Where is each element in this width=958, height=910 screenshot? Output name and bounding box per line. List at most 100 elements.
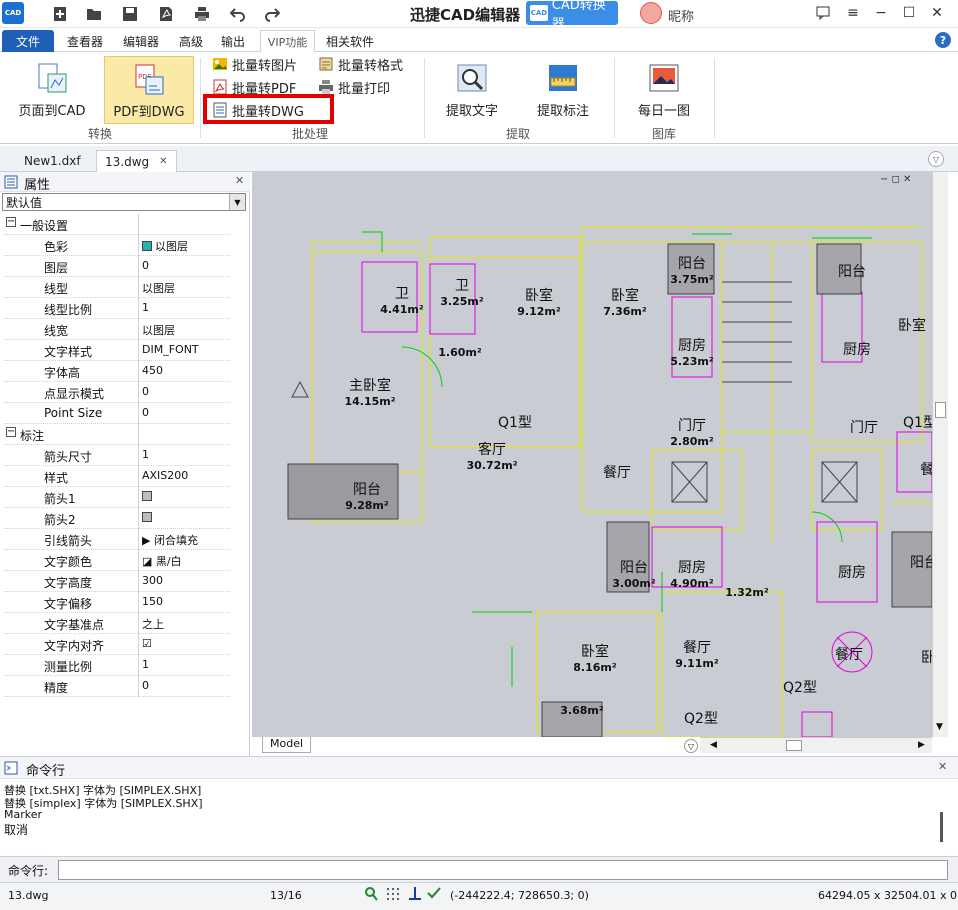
model-tab[interactable]: Model <box>262 737 312 753</box>
doc-tab-13[interactable]: 13.dwg ✕ <box>96 150 177 172</box>
batch-to-image-button[interactable]: 批量转图片 <box>212 54 297 74</box>
scroll-thumb[interactable] <box>935 402 946 418</box>
property-row[interactable]: 文字高度 300 <box>4 571 230 592</box>
property-row[interactable]: 文字基准点 之上 <box>4 613 230 634</box>
property-row[interactable]: 色彩 以图层 <box>4 235 230 256</box>
property-row[interactable]: Point Size 0 <box>4 403 230 424</box>
property-filter-select[interactable]: 默认值 ▼ <box>2 193 246 211</box>
property-section[interactable]: − 一般设置 <box>4 214 230 235</box>
property-row[interactable]: 点显示模式 0 <box>4 382 230 403</box>
chevron-down-icon[interactable]: ▽ <box>928 151 944 167</box>
open-folder-icon[interactable] <box>84 4 104 24</box>
help-icon[interactable]: ? <box>935 32 951 48</box>
vertical-scrollbar[interactable]: ▼ <box>932 172 948 737</box>
close-icon[interactable]: ✕ <box>924 2 950 24</box>
property-value[interactable]: 以图层 <box>142 322 175 338</box>
command-input[interactable] <box>58 860 948 880</box>
menu-icon[interactable]: ≡ <box>840 2 866 24</box>
collapse-icon[interactable]: − <box>6 427 16 437</box>
pdf-to-dwg-button[interactable]: PDF PDF到DWG <box>104 56 194 124</box>
property-value[interactable]: DIM_FONT <box>142 343 199 356</box>
close-tab-icon[interactable]: ✕ <box>159 156 167 167</box>
property-section[interactable]: − 标注 <box>4 424 230 445</box>
doc-tab-new1[interactable]: New1.dxf <box>16 150 89 172</box>
tab-related-software[interactable]: 相关软件 <box>320 30 380 52</box>
property-value[interactable]: 0 <box>142 406 149 419</box>
tab-output[interactable]: 输出 <box>216 30 250 52</box>
property-row[interactable]: 箭头2 <box>4 508 230 529</box>
property-value[interactable]: 以图层 <box>142 280 175 296</box>
pdf-icon[interactable] <box>156 4 176 24</box>
property-value[interactable]: ☑ <box>142 637 152 650</box>
property-row[interactable]: 线型比例 1 <box>4 298 230 319</box>
property-row[interactable]: 样式 AXIS200 <box>4 466 230 487</box>
view-controls[interactable]: − ◻ ✕ <box>880 174 932 188</box>
grid-icon[interactable] <box>386 887 400 904</box>
property-value[interactable]: 300 <box>142 574 163 587</box>
chevron-right-icon[interactable]: ▶ <box>918 740 925 750</box>
scroll-thumb[interactable] <box>940 812 943 842</box>
property-row[interactable]: 文字颜色 ◪ 黑/白 <box>4 550 230 571</box>
property-value[interactable]: 450 <box>142 364 163 377</box>
property-row[interactable]: 文字偏移 150 <box>4 592 230 613</box>
maximize-icon[interactable]: ☐ <box>896 2 922 24</box>
property-value[interactable]: 0 <box>142 679 149 692</box>
undo-icon[interactable] <box>228 4 248 24</box>
chevron-down-icon[interactable]: ▼ <box>936 722 943 732</box>
property-row[interactable]: 文字样式 DIM_FONT <box>4 340 230 361</box>
property-value[interactable]: 1 <box>142 658 149 671</box>
feedback-icon[interactable] <box>810 2 836 24</box>
daily-picture-button[interactable]: 每日一图 <box>632 56 696 124</box>
property-value[interactable]: ◪ 黑/白 <box>142 553 182 569</box>
layout-list-icon[interactable]: ▽ <box>684 739 698 753</box>
property-value[interactable] <box>142 490 155 503</box>
tab-viewer[interactable]: 查看器 <box>62 30 108 52</box>
property-value[interactable]: 1 <box>142 448 149 461</box>
zoom-icon[interactable] <box>364 886 378 905</box>
property-value[interactable]: ▶ 闭合填充 <box>142 532 198 548</box>
extract-text-button[interactable]: 提取文字 <box>440 56 504 124</box>
close-panel-icon[interactable]: ✕ <box>938 760 947 773</box>
property-row[interactable]: 字体高 450 <box>4 361 230 382</box>
horizontal-scrollbar[interactable]: ◀ ▶ <box>700 737 932 753</box>
close-panel-icon[interactable]: ✕ <box>235 174 244 187</box>
avatar[interactable] <box>640 2 662 24</box>
nickname-label[interactable]: 昵称 <box>668 6 694 25</box>
property-row[interactable]: 测量比例 1 <box>4 655 230 676</box>
tab-editor[interactable]: 编辑器 <box>118 30 164 52</box>
chevron-left-icon[interactable]: ◀ <box>710 740 717 750</box>
property-row[interactable]: 引线箭头 ▶ 闭合填充 <box>4 529 230 550</box>
property-row[interactable]: 箭头1 <box>4 487 230 508</box>
property-value[interactable]: 以图层 <box>142 238 188 254</box>
ortho-icon[interactable] <box>408 886 422 903</box>
batch-convert-format-button[interactable]: 批量转格式 <box>318 54 403 74</box>
print-icon[interactable] <box>192 4 212 24</box>
tab-advanced[interactable]: 高级 <box>174 30 208 52</box>
collapse-icon[interactable]: − <box>6 217 16 227</box>
scroll-thumb[interactable] <box>786 740 802 751</box>
page-to-cad-button[interactable]: 页面到CAD <box>12 56 92 124</box>
property-row[interactable]: 线宽 以图层 <box>4 319 230 340</box>
property-row[interactable]: 文字内对齐 ☑ <box>4 634 230 655</box>
minimize-icon[interactable]: − <box>868 2 894 24</box>
snap-icon[interactable] <box>426 886 442 903</box>
new-file-icon[interactable] <box>50 4 70 24</box>
property-value[interactable] <box>142 511 155 524</box>
tab-file[interactable]: 文件 <box>2 30 54 52</box>
chevron-down-icon[interactable]: ▼ <box>229 194 245 210</box>
tab-vip[interactable]: VIP功能 <box>260 30 315 52</box>
drawing-canvas[interactable]: 卫 4.41m² 卫 3.25m² 卧室 9.12m² 卧室 7.36m² 阳台 3.75m² 阳台… <box>252 172 932 737</box>
property-row[interactable]: 线型 以图层 <box>4 277 230 298</box>
property-value[interactable]: 1 <box>142 301 149 314</box>
save-icon[interactable] <box>120 4 140 24</box>
cad-converter-button[interactable]: CAD CAD转换器 <box>526 0 618 32</box>
property-value[interactable]: 之上 <box>142 616 164 632</box>
property-value[interactable]: 0 <box>142 259 149 272</box>
property-value[interactable]: 0 <box>142 385 149 398</box>
extract-dimension-button[interactable]: 提取标注 <box>530 56 596 124</box>
property-row[interactable]: 箭头尺寸 1 <box>4 445 230 466</box>
property-value[interactable]: AXIS200 <box>142 469 188 482</box>
property-value[interactable]: 150 <box>142 595 163 608</box>
redo-icon[interactable] <box>262 4 282 24</box>
property-row[interactable]: 图层 0 <box>4 256 230 277</box>
